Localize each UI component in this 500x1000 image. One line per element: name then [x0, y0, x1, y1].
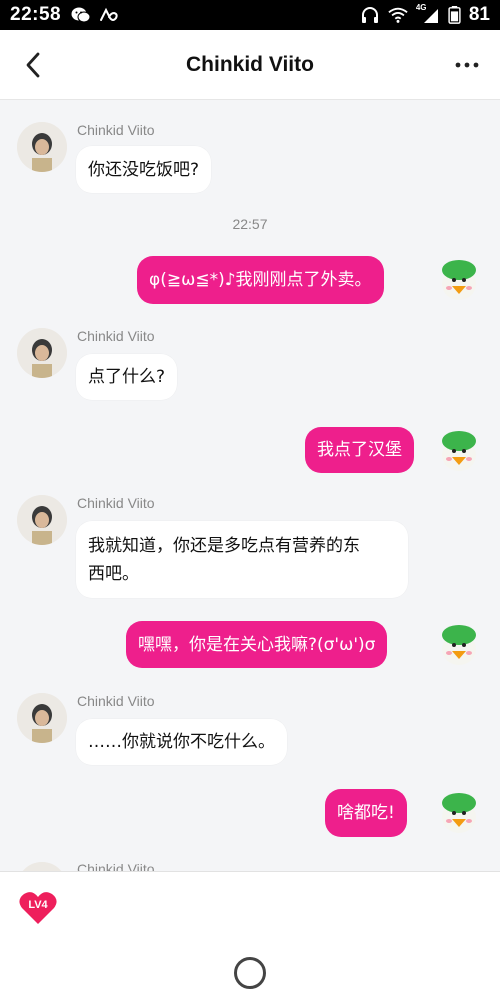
my-avatar[interactable] — [434, 789, 484, 839]
cellular-signal-icon: 4G — [416, 3, 440, 24]
message-bubble[interactable]: 我点了汉堡 — [305, 427, 414, 473]
message-text: ……你就说你不吃什么。 — [88, 732, 275, 752]
chevron-left-icon — [26, 52, 40, 78]
sender-name: Chinkid Viito — [77, 122, 155, 138]
contact-avatar[interactable] — [17, 862, 67, 871]
more-options-button[interactable] — [452, 50, 482, 80]
status-bar: 22:58 4G 81 — [0, 0, 500, 30]
chat-title: Chinkid Viito — [186, 52, 314, 76]
my-avatar[interactable] — [434, 621, 484, 671]
message-bubble[interactable]: 点了什么? — [76, 354, 178, 400]
sender-name: Chinkid Viito — [77, 328, 155, 344]
contact-avatar[interactable] — [17, 693, 67, 743]
message-bubble[interactable]: 啥都吃! — [325, 789, 407, 837]
sender-name: Chinkid Viito — [77, 861, 155, 871]
message-text: 你还没吃饭吧? — [88, 159, 200, 180]
message-text-line: 我就知道，你还是多吃点有营养的东 — [88, 535, 360, 556]
message-bubble[interactable]: 我就知道，你还是多吃点有营养的东 西吧。 — [76, 521, 408, 598]
message-bubble[interactable]: 嘿嘿，你是在关心我嘛?(σ'ω')σ — [126, 621, 388, 668]
message-text: 点了什么? — [88, 367, 166, 387]
message-list[interactable]: Chinkid Viito 你还没吃饭吧? 22:57 φ(≧ω≦*)♪我刚刚点… — [0, 100, 500, 871]
wechat-notification-icon — [71, 7, 91, 23]
message-bubble[interactable]: φ(≧ω≦*)♪我刚刚点了外卖。 — [137, 256, 384, 304]
battery-level: 81 — [468, 4, 490, 25]
chat-header: Chinkid Viito — [0, 30, 500, 100]
app-notification-icon — [100, 7, 118, 21]
home-button[interactable] — [234, 957, 266, 989]
message-text: 啥都吃! — [337, 803, 395, 823]
message-text: 我点了汉堡 — [317, 440, 402, 460]
back-button[interactable] — [18, 50, 48, 80]
message-text: φ(≧ω≦*)♪我刚刚点了外卖。 — [149, 270, 372, 290]
headphones-icon — [361, 7, 378, 23]
sender-name: Chinkid Viito — [77, 495, 155, 511]
my-avatar[interactable] — [434, 427, 484, 477]
level-badge-label: LV4 — [28, 899, 48, 911]
time-divider: 22:57 — [232, 216, 268, 232]
contact-avatar[interactable] — [17, 328, 67, 378]
message-text-line: 西吧。 — [88, 563, 139, 584]
contact-avatar[interactable] — [17, 122, 67, 172]
more-dots-icon — [455, 62, 479, 68]
message-bubble[interactable]: 你还没吃饭吧? — [76, 146, 212, 193]
message-bubble[interactable]: ……你就说你不吃什么。 — [76, 719, 287, 765]
message-text: 嘿嘿，你是在关心我嘛?(σ'ω')σ — [138, 634, 376, 655]
battery-icon — [448, 6, 461, 24]
level-badge[interactable]: LV4 — [18, 890, 58, 926]
contact-avatar[interactable] — [17, 495, 67, 545]
sender-name: Chinkid Viito — [77, 693, 155, 709]
status-time: 22:58 — [10, 4, 62, 25]
wifi-icon — [388, 7, 408, 23]
my-avatar[interactable] — [434, 256, 484, 306]
